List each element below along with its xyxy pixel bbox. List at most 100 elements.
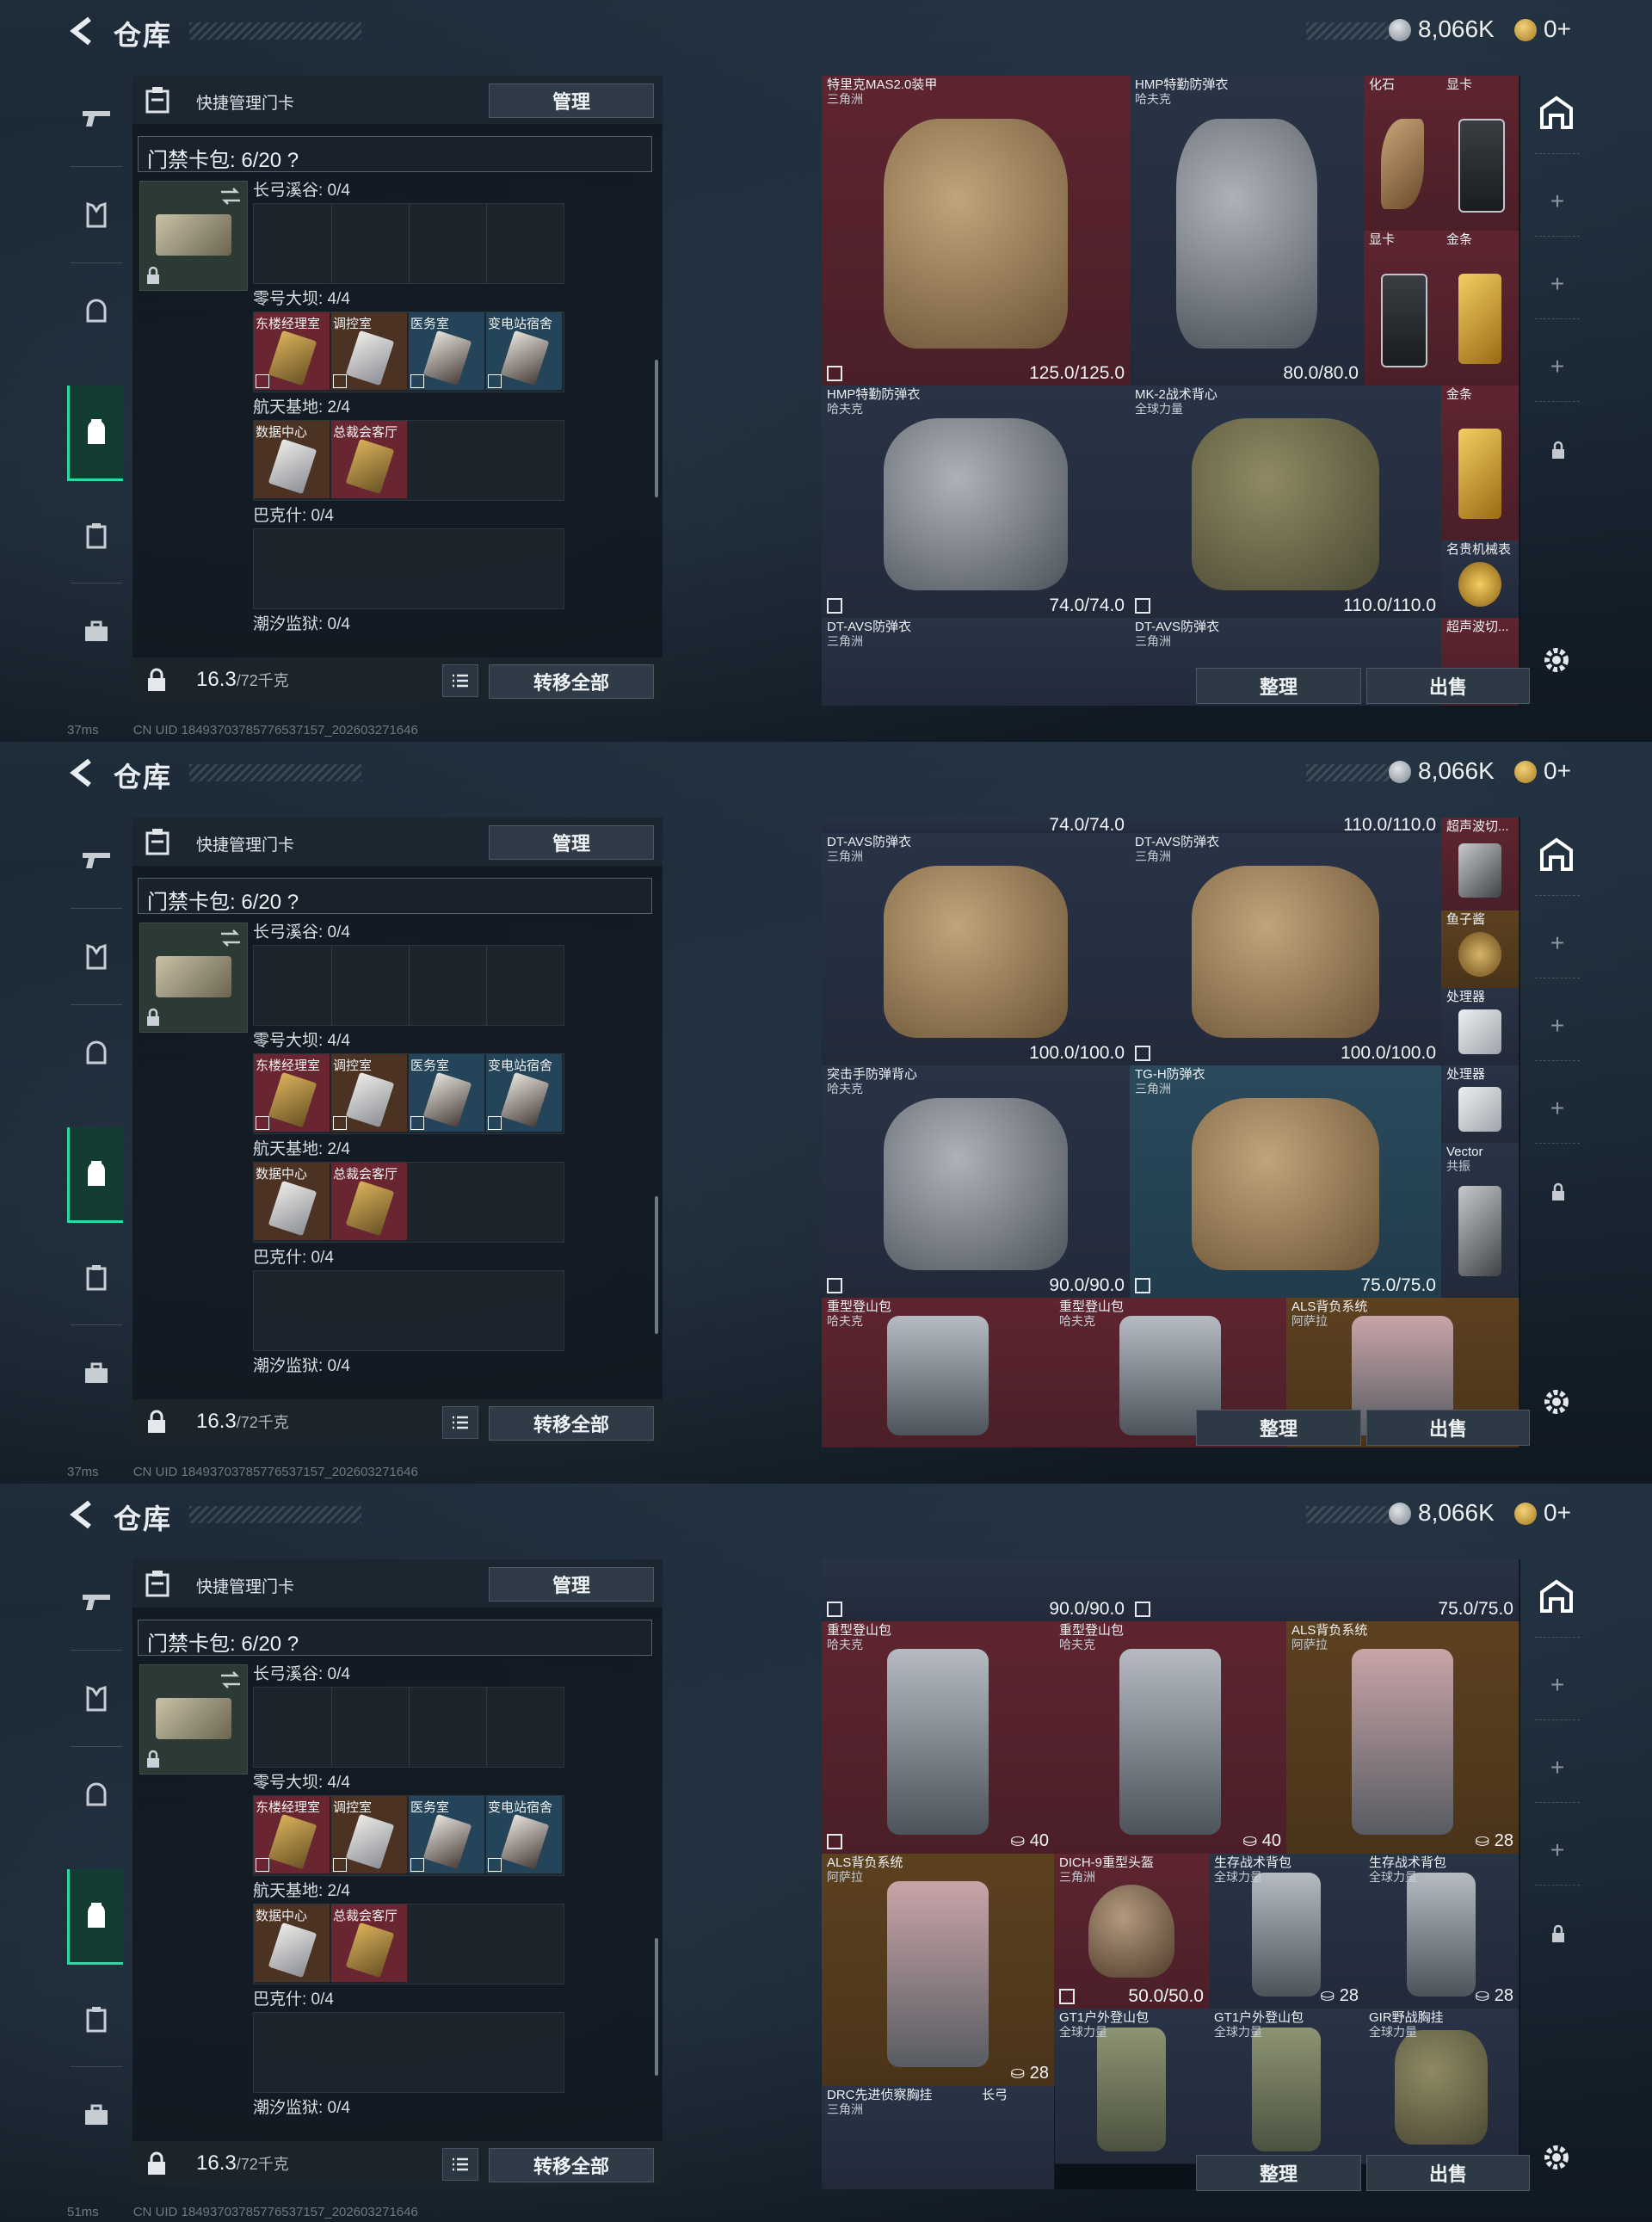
home-storage-icon[interactable] — [1537, 835, 1576, 874]
stash-item[interactable]: 名贵机械表 — [1441, 540, 1519, 619]
stash-item[interactable]: ALS背负系统 阿萨拉 ⛀ 28 — [822, 1854, 1055, 2087]
weapon-category-icon[interactable] — [67, 76, 126, 162]
pouch-category-icon[interactable] — [67, 492, 126, 578]
stash-item[interactable]: 化石 — [1364, 76, 1442, 231]
stash-item[interactable]: HMP特勤防弹衣 哈夫克 80.0/80.0 — [1130, 76, 1365, 386]
back-arrow-icon[interactable] — [67, 757, 96, 788]
weapon-category-icon[interactable] — [67, 818, 126, 904]
keycard-thumbnail[interactable] — [139, 1664, 248, 1775]
lock-icon[interactable] — [146, 668, 167, 692]
add-storage-icon[interactable]: + — [1547, 1673, 1568, 1697]
weapon-category-icon[interactable] — [67, 1559, 126, 1645]
manage-button[interactable]: 管理 — [489, 1567, 654, 1602]
keycard-slot[interactable]: 调控室 — [331, 312, 407, 390]
transfer-all-button[interactable]: 转移全部 — [489, 664, 654, 699]
briefcase-category-icon[interactable] — [67, 1330, 126, 1417]
transfer-all-button[interactable]: 转移全部 — [489, 2148, 654, 2182]
gold-currency-value[interactable]: 0+ — [1544, 1499, 1571, 1527]
stash-item[interactable]: 特里克MAS2.0装甲 三角洲 125.0/125.0 — [822, 76, 1131, 386]
keycard-scrollbar[interactable] — [655, 1938, 658, 2076]
keycard-slot[interactable]: 医务室 — [409, 1796, 484, 1873]
briefcase-category-icon[interactable] — [67, 2072, 126, 2158]
helmet-category-icon[interactable] — [67, 1752, 126, 1838]
add-storage-icon[interactable]: + — [1547, 1756, 1568, 1780]
keycard-slot[interactable]: 东楼经理室 — [254, 1054, 330, 1132]
stash-item[interactable]: MK-2战术背心 全球力量 110.0/110.0 — [1130, 386, 1442, 619]
keycard-slot[interactable]: 数据中心 — [254, 421, 330, 498]
keycard-slot[interactable]: 总裁会客厅 — [331, 421, 407, 498]
settings-gear-icon[interactable] — [1542, 645, 1571, 675]
stash-item[interactable]: DT-AVS防弹衣 三角洲 — [822, 618, 1131, 706]
swap-icon[interactable] — [219, 929, 242, 947]
keycard-slot[interactable]: 调控室 — [331, 1796, 407, 1873]
home-storage-icon[interactable] — [1537, 1577, 1576, 1616]
stash-item[interactable]: 超声波切... — [1441, 818, 1519, 911]
backpack-category-icon[interactable] — [67, 1127, 123, 1223]
keycard-slot[interactable]: 变电站宿舍 — [486, 312, 562, 390]
stash-item[interactable]: 生存战术背包 全球力量 ⛀ 28 — [1364, 1854, 1519, 2009]
stash-item[interactable]: GIR野战胸挂 全球力量 — [1364, 2009, 1519, 2164]
swap-icon[interactable] — [219, 1670, 242, 1689]
keycard-scrollbar[interactable] — [655, 360, 658, 497]
stash-item[interactable]: DRC先进侦察胸挂 三角洲 — [822, 2086, 977, 2189]
stash-item[interactable]: DT-AVS防弹衣 三角洲 100.0/100.0 — [1130, 833, 1442, 1066]
backpack-category-icon[interactable] — [67, 386, 123, 481]
stash-item[interactable]: 重型登山包 哈夫克 ⛀ 40 — [822, 1621, 1055, 1855]
manage-button[interactable]: 管理 — [489, 83, 654, 118]
region-slots-longbow[interactable] — [253, 945, 564, 1026]
stash-item[interactable]: DT-AVS防弹衣 三角洲 100.0/100.0 — [822, 833, 1131, 1066]
armor-category-icon[interactable] — [67, 1656, 126, 1742]
region-slots-bakhsh[interactable] — [253, 528, 564, 609]
add-storage-icon[interactable]: + — [1547, 931, 1568, 955]
backpack-category-icon[interactable] — [67, 1869, 123, 1965]
pouch-category-icon[interactable] — [67, 1976, 126, 2062]
armor-category-icon[interactable] — [67, 172, 126, 258]
keycard-thumbnail[interactable] — [139, 181, 248, 291]
stash-item[interactable]: GT1户外登山包 全球力量 — [1054, 2009, 1210, 2164]
list-view-button[interactable] — [442, 2148, 478, 2181]
add-storage-icon[interactable]: + — [1547, 272, 1568, 296]
keycard-slot[interactable]: 医务室 — [409, 312, 484, 390]
stash-item[interactable]: DICH-9重型头盔 三角洲 50.0/50.0 — [1054, 1854, 1210, 2009]
list-view-button[interactable] — [442, 1406, 478, 1439]
add-storage-icon[interactable]: + — [1547, 1096, 1568, 1120]
stash-item[interactable]: 110.0/110.0 — [1130, 818, 1442, 834]
add-storage-icon[interactable]: + — [1547, 1838, 1568, 1862]
stash-item[interactable]: 74.0/74.0 — [822, 818, 1131, 834]
keycard-slot[interactable]: 总裁会客厅 — [331, 1904, 407, 1982]
helmet-category-icon[interactable] — [67, 1010, 126, 1096]
stash-item[interactable]: Vector 共振 — [1441, 1143, 1519, 1299]
region-slots-longbow[interactable] — [253, 1687, 564, 1768]
cardpack-capacity[interactable]: 门禁卡包: 6/20 ? — [138, 878, 652, 914]
stash-item[interactable]: HMP特勤防弹衣 哈夫克 74.0/74.0 — [822, 386, 1131, 619]
swap-icon[interactable] — [219, 187, 242, 206]
stash-item[interactable]: GT1户外登山包 全球力量 — [1209, 2009, 1365, 2164]
stash-item[interactable]: 处理器 — [1441, 1065, 1519, 1144]
region-slots-bakhsh[interactable] — [253, 2012, 564, 2093]
settings-gear-icon[interactable] — [1542, 1387, 1571, 1417]
stash-item[interactable]: ALS背负系统 阿萨拉 ⛀ 28 — [1286, 1621, 1519, 1855]
stash-item[interactable]: 重型登山包 哈夫克 ⛀ 40 — [1054, 1621, 1287, 1855]
keycard-slot[interactable]: 东楼经理室 — [254, 312, 330, 390]
sell-button[interactable]: 出售 — [1366, 2155, 1530, 2191]
stash-item[interactable]: TG-H防弹衣 三角洲 75.0/75.0 — [1130, 1065, 1442, 1299]
gold-currency-value[interactable]: 0+ — [1544, 757, 1571, 785]
pouch-category-icon[interactable] — [67, 1234, 126, 1320]
region-slots-bakhsh[interactable] — [253, 1270, 564, 1351]
keycard-slot[interactable]: 变电站宿舍 — [486, 1796, 562, 1873]
manage-button[interactable]: 管理 — [489, 825, 654, 860]
gold-currency-value[interactable]: 0+ — [1544, 15, 1571, 43]
lock-icon[interactable] — [146, 1410, 167, 1434]
keycard-slot[interactable]: 调控室 — [331, 1054, 407, 1132]
briefcase-category-icon[interactable] — [67, 589, 126, 675]
cardpack-capacity[interactable]: 门禁卡包: 6/20 ? — [138, 136, 652, 172]
stash-item[interactable]: 长弓 — [977, 2086, 1055, 2189]
stash-item[interactable]: 显卡 — [1364, 231, 1442, 386]
keycard-slot[interactable]: 变电站宿舍 — [486, 1054, 562, 1132]
sort-button[interactable]: 整理 — [1196, 668, 1361, 704]
lock-icon[interactable] — [146, 2151, 167, 2176]
stash-item[interactable]: 处理器 — [1441, 988, 1519, 1066]
keycard-scrollbar[interactable] — [655, 1196, 658, 1334]
list-view-button[interactable] — [442, 664, 478, 697]
helmet-category-icon[interactable] — [67, 268, 126, 355]
